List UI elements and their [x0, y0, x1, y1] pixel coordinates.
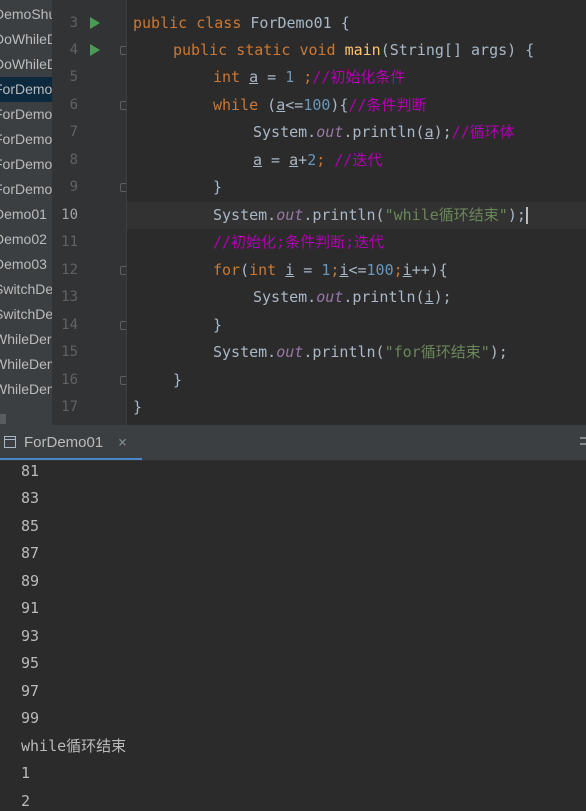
- project-file-item[interactable]: ForDemo: [0, 152, 52, 177]
- run-tabbar: ForDemo01 ×: [0, 425, 586, 461]
- line-number: 15: [61, 344, 78, 360]
- project-file-item[interactable]: DoWhileD: [0, 52, 52, 77]
- project-file-item[interactable]: SwitchDe: [0, 302, 52, 327]
- line-number: 14: [61, 317, 78, 333]
- console-line: 87: [21, 544, 40, 562]
- code-line-8: a = a+2; //迭代: [253, 151, 383, 169]
- console-line: 91: [21, 599, 40, 617]
- console-line: 85: [21, 517, 40, 535]
- project-file-item[interactable]: WhileDem: [0, 377, 52, 402]
- console-line: 95: [21, 654, 40, 672]
- line-number-current: 10: [61, 207, 78, 223]
- code-line-9: }: [213, 178, 223, 196]
- line-number: 3: [69, 15, 78, 31]
- line-number: 9: [69, 179, 78, 195]
- console-output[interactable]: 81 83 85 87 89 91 93 95 97 99 while循环结束 …: [0, 461, 586, 811]
- code-line-6: while (a<=100){//条件判断: [213, 96, 427, 114]
- code-line-12: for(int i = 1;i<=100;i++){: [213, 261, 448, 279]
- console-line: while循环结束: [21, 737, 127, 755]
- console-line: 83: [21, 489, 40, 507]
- project-file-item[interactable]: WhileDem: [0, 352, 52, 377]
- project-file-item-selected[interactable]: ForDemo: [0, 77, 52, 102]
- console-line: 89: [21, 572, 40, 590]
- line-number: 8: [69, 152, 78, 168]
- run-main-icon[interactable]: [90, 44, 100, 56]
- console-line: 97: [21, 682, 40, 700]
- code-editor[interactable]: public class ForDemo01 { public static v…: [127, 0, 586, 425]
- code-line-16: }: [173, 371, 183, 389]
- tab-run-fordemo01[interactable]: ForDemo01 ×: [0, 425, 142, 460]
- code-line-13: System.out.println(i);: [253, 288, 452, 306]
- code-line-11: //初始化;条件判断;迭代: [213, 233, 385, 251]
- code-line-3: public class ForDemo01 {: [133, 14, 350, 32]
- tab-label: ForDemo01: [24, 434, 104, 451]
- project-file-item[interactable]: Demo01: [0, 202, 52, 227]
- console-line: 1: [21, 764, 31, 782]
- code-line-15: System.out.println("for循环结束");: [213, 343, 508, 361]
- code-line-4: public static void main(String[] args) {: [173, 41, 535, 59]
- project-file-item[interactable]: Demo03: [0, 252, 52, 277]
- project-file-item[interactable]: DemoShu: [0, 2, 52, 27]
- console-line: 2: [21, 792, 31, 810]
- project-file-item[interactable]: ForDemo: [0, 102, 52, 127]
- line-number: 4: [69, 42, 78, 58]
- text-caret: [525, 207, 528, 224]
- line-number: 12: [61, 262, 78, 278]
- project-file-item[interactable]: ForDemo: [0, 127, 52, 152]
- line-number: 6: [69, 97, 78, 113]
- project-file-item[interactable]: Demo02: [0, 227, 52, 252]
- project-file-item[interactable]: ForDemo: [0, 177, 52, 202]
- console-line: 93: [21, 627, 40, 645]
- code-line-10: System.out.println("while循环结束");: [213, 206, 528, 224]
- code-line-17: }: [133, 398, 143, 416]
- line-number: 7: [69, 124, 78, 140]
- code-line-7: System.out.println(a);//循环体: [253, 123, 515, 141]
- project-file-item[interactable]: WhileDer: [0, 327, 52, 352]
- console-line: 99: [21, 709, 40, 727]
- editor-gutter: 3 4 5 6 7 8 9 10 11 12 13 14 15 16 17: [52, 0, 129, 425]
- line-number: 11: [61, 234, 78, 250]
- project-tree: DemoShu DoWhileD DoWhileD ForDemo ForDem…: [0, 0, 52, 425]
- close-icon[interactable]: ×: [118, 425, 127, 460]
- line-number: 13: [61, 289, 78, 305]
- project-scrollbar[interactable]: [0, 414, 6, 424]
- code-line-14: }: [213, 316, 223, 334]
- line-number: 16: [61, 372, 78, 388]
- line-number: 5: [69, 69, 78, 85]
- console-line: 81: [21, 462, 40, 480]
- run-class-icon[interactable]: [90, 17, 100, 29]
- project-file-item[interactable]: DoWhileD: [0, 27, 52, 52]
- code-line-5: int a = 1 ;//初始化条件: [213, 68, 406, 86]
- menu-icon[interactable]: [580, 437, 586, 445]
- console-icon: [4, 436, 16, 448]
- project-file-item[interactable]: SwitchDe: [0, 277, 52, 302]
- line-number: 17: [61, 399, 78, 415]
